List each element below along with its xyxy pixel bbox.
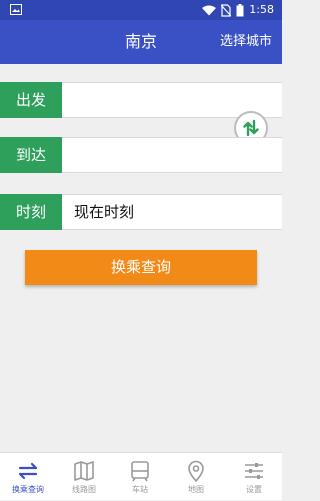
nav-label-settings: 设置 xyxy=(246,485,262,494)
arrival-row: 到达 xyxy=(0,137,282,173)
time-label: 时刻 xyxy=(0,194,62,230)
nav-item-settings[interactable]: 设置 xyxy=(226,453,282,501)
transfer-search-button[interactable]: 换乘查询 xyxy=(25,250,257,285)
location-pin-icon xyxy=(188,460,204,482)
departure-label: 出发 xyxy=(0,82,62,118)
nav-item-station[interactable]: 车站 xyxy=(112,453,168,501)
system-tray: 1:58 xyxy=(202,3,274,17)
nav-label-station: 车站 xyxy=(132,485,148,494)
nav-label-map: 地图 xyxy=(188,485,204,494)
time-row: 时刻 现在时刻 xyxy=(0,194,282,230)
clock: 1:58 xyxy=(249,3,274,16)
swap-arrows-icon xyxy=(243,119,259,137)
nav-item-transfer[interactable]: 换乘查询 xyxy=(0,453,56,501)
app-bar: 南京 选择城市 xyxy=(0,20,282,64)
no-sim-icon xyxy=(221,3,232,17)
bottom-nav: 换乘查询 线路图 车站 地图 设置 xyxy=(0,452,282,500)
nav-label-transfer: 换乘查询 xyxy=(12,485,44,494)
nav-item-map[interactable]: 地图 xyxy=(168,453,224,501)
settings-sliders-icon xyxy=(245,463,263,479)
select-city-button[interactable]: 选择城市 xyxy=(220,34,272,50)
nav-label-line-map: 线路图 xyxy=(72,485,96,494)
wifi-icon xyxy=(202,5,217,15)
arrival-label: 到达 xyxy=(0,137,62,173)
status-bar: 1:58 xyxy=(0,0,282,20)
arrival-input[interactable] xyxy=(62,138,282,172)
departure-row: 出发 xyxy=(0,82,282,118)
map-book-icon xyxy=(74,461,94,481)
battery-icon xyxy=(236,3,244,16)
nav-item-line-map[interactable]: 线路图 xyxy=(56,453,112,501)
image-notification-icon xyxy=(10,4,22,15)
time-selector[interactable]: 现在时刻 xyxy=(62,195,282,229)
station-icon xyxy=(131,461,149,482)
transfer-icon xyxy=(18,462,38,480)
